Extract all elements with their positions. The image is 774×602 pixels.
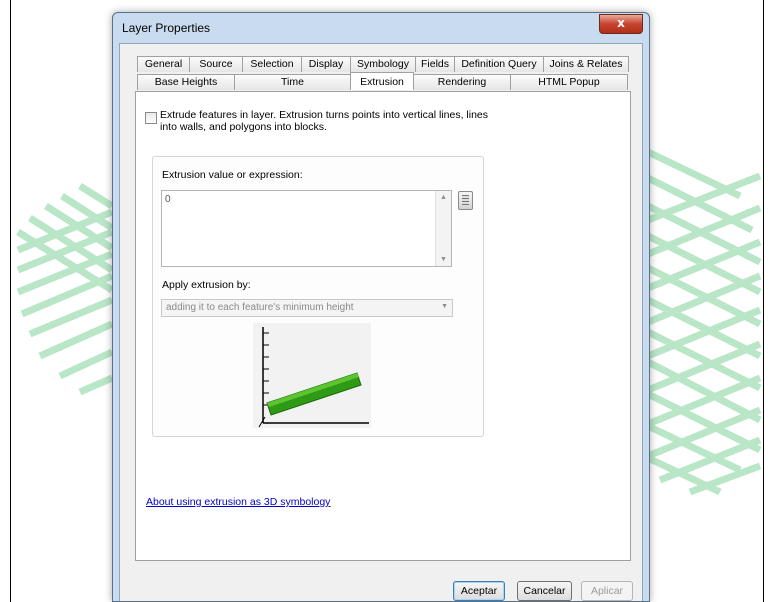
extrusion-value-label: Extrusion value or expression: [162, 169, 303, 181]
tab-fields[interactable]: Fields [415, 56, 455, 72]
tab-general[interactable]: General [137, 56, 190, 72]
extrusion-panel: Extrude features in layer. Extrusion tur… [135, 91, 631, 561]
chevron-down-icon[interactable]: ▼ [441, 303, 448, 310]
tab-symbology[interactable]: Symbology [350, 56, 416, 72]
tab-definition-query[interactable]: Definition Query [454, 56, 544, 72]
tab-html-popup[interactable]: HTML Popup [510, 74, 628, 90]
tab-joins-relates[interactable]: Joins & Relates [543, 56, 629, 72]
tab-time[interactable]: Time [234, 74, 351, 90]
about-extrusion-link[interactable]: About using extrusion as 3D symbology [146, 496, 330, 508]
ok-button[interactable]: Aceptar [453, 581, 505, 601]
tab-row-2: Base Heights Time Extrusion Rendering HT… [137, 72, 628, 90]
extrude-option: Extrude features in layer. Extrusion tur… [145, 109, 490, 133]
cancel-button[interactable]: Cancelar [517, 581, 572, 601]
extrusion-expression-value: 0 [165, 194, 171, 205]
extrusion-preview-image [253, 323, 371, 428]
apply-extrusion-selected-value: adding it to each feature's minimum heig… [166, 302, 354, 313]
tab-rendering[interactable]: Rendering [413, 74, 511, 90]
scroll-up-arrow-icon[interactable]: ▲ [436, 194, 451, 201]
title-bar[interactable]: Layer Properties x [113, 13, 649, 43]
dialog-title: Layer Properties [122, 21, 211, 35]
expression-builder-button[interactable] [458, 191, 473, 210]
layer-properties-dialog: Layer Properties x General Source Select… [112, 12, 650, 602]
extrusion-expression-input[interactable]: 0 ▲ ▼ [161, 190, 452, 267]
tab-source[interactable]: Source [189, 56, 243, 72]
tab-selection[interactable]: Selection [242, 56, 302, 72]
apply-extrusion-select[interactable]: adding it to each feature's minimum heig… [161, 299, 453, 317]
extrude-checkbox-label[interactable]: Extrude features in layer. Extrusion tur… [160, 109, 490, 133]
apply-extrusion-label: Apply extrusion by: [162, 279, 251, 291]
extrude-checkbox[interactable] [145, 112, 157, 124]
tab-base-heights[interactable]: Base Heights [137, 74, 235, 90]
scroll-down-arrow-icon[interactable]: ▼ [436, 256, 451, 263]
dialog-client-area: General Source Selection Display Symbolo… [119, 43, 643, 601]
close-button[interactable]: x [599, 14, 643, 34]
extrusion-settings-group: Extrusion value or expression: 0 ▲ ▼ App… [152, 156, 484, 437]
tab-row-1: General Source Selection Display Symbolo… [137, 56, 629, 72]
expression-scrollbar[interactable]: ▲ ▼ [435, 191, 451, 266]
extrusion-preview-graphic [258, 327, 369, 428]
apply-button[interactable]: Aplicar [581, 581, 633, 601]
tab-extrusion[interactable]: Extrusion [350, 72, 414, 90]
tab-display[interactable]: Display [301, 56, 351, 72]
